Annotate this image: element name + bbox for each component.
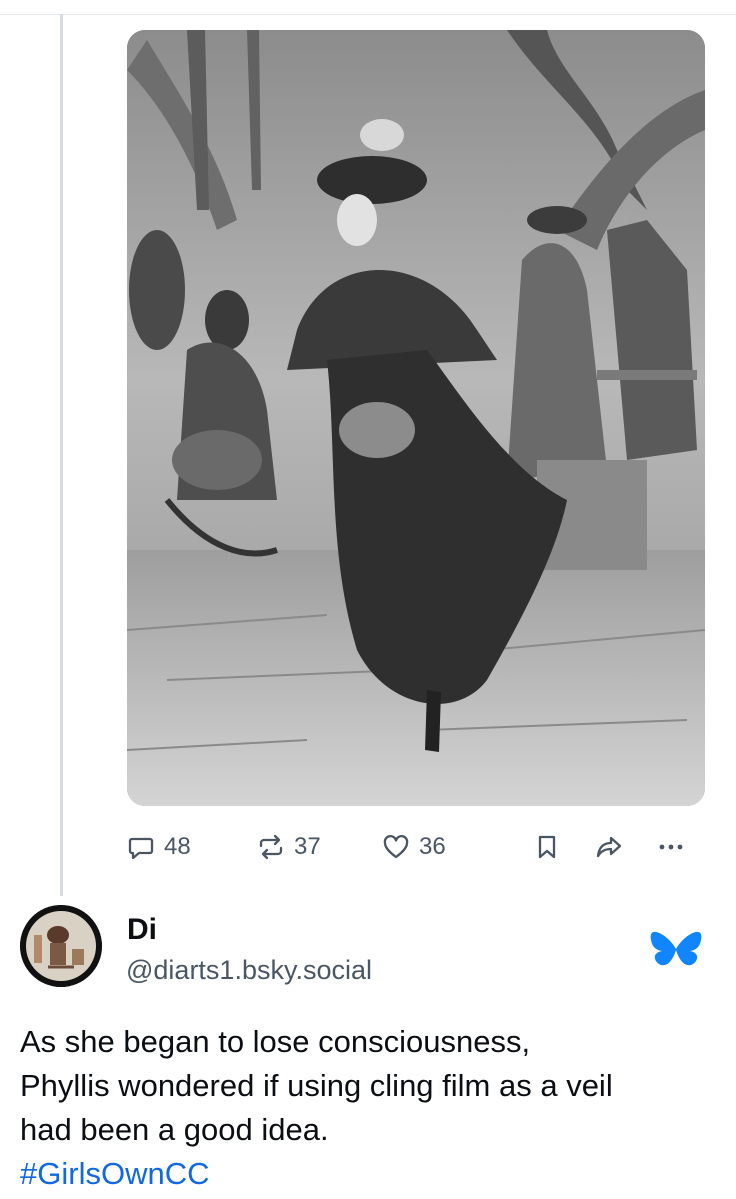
more-options-button[interactable] (657, 826, 685, 868)
post-action-bar: 48 37 36 (127, 826, 705, 868)
avatar[interactable] (20, 905, 102, 987)
top-divider (0, 14, 736, 15)
illustration (127, 30, 705, 806)
reply-button[interactable]: 48 (127, 826, 191, 868)
like-button[interactable]: 36 (382, 826, 446, 868)
user-handle[interactable]: @diarts1.bsky.social (126, 955, 372, 986)
reply-text: As she began to lose consciousness, Phyl… (20, 1020, 720, 1196)
display-name[interactable]: Di (127, 913, 157, 947)
repost-arrows-icon (259, 834, 283, 860)
ellipsis-icon (659, 844, 683, 850)
avatar-image (20, 905, 102, 987)
repost-button[interactable]: 37 (257, 826, 321, 868)
hashtag-link[interactable]: #GirlsOwnCC (20, 1152, 720, 1196)
speech-bubble-icon (128, 837, 154, 860)
heart-icon (383, 834, 409, 859)
bookmark-button[interactable] (533, 826, 561, 868)
thread-line (60, 14, 63, 896)
share-button[interactable] (595, 826, 623, 868)
butterfly-icon (650, 931, 702, 966)
reply-text-line: As she began to lose consciousness, (20, 1024, 531, 1059)
repost-count: 37 (294, 833, 321, 860)
reply-text-line: had been a good idea. (20, 1112, 329, 1147)
bookmark-icon (538, 835, 556, 859)
like-count: 36 (419, 833, 446, 860)
post-image[interactable] (127, 30, 705, 806)
reply-author-header: Di @diarts1.bsky.social (20, 905, 720, 995)
reply-text-line: Phyllis wondered if using cling film as … (20, 1068, 613, 1103)
reply-count: 48 (164, 833, 191, 860)
share-arrow-icon (596, 836, 622, 858)
